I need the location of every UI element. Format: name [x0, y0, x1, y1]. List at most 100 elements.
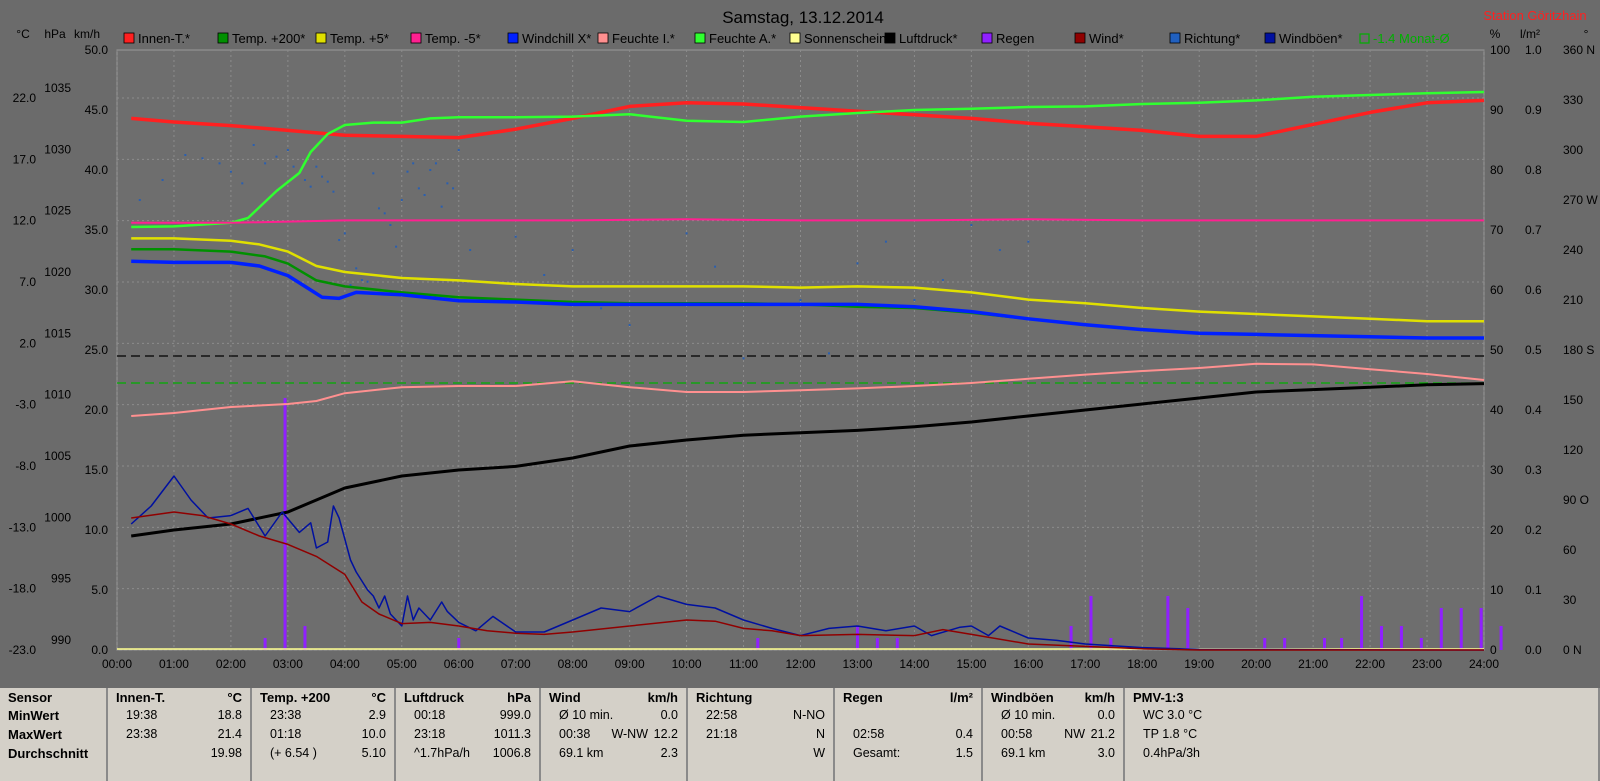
pct-tick-label: 70: [1490, 223, 1504, 237]
rain-bar: [855, 626, 859, 650]
direction-dot: [252, 144, 255, 146]
rain-bar: [1379, 626, 1383, 650]
direction-dot: [321, 175, 324, 178]
legend-swatch: [410, 32, 422, 44]
time-tick-label: 02:00: [216, 657, 246, 671]
weather-chart: Samstag, 13.12.2014 Station Göritzhain °…: [9, 8, 1599, 671]
stats-value: W: [813, 746, 825, 760]
direction-dot: [714, 265, 717, 268]
stats-cell: 00:38: [559, 727, 591, 741]
hpa-tick-label: 1020: [44, 265, 71, 279]
direction-dot: [275, 155, 278, 158]
direction-dot: [998, 249, 1001, 251]
rain-bar: [756, 638, 760, 650]
right-axes: 10090807060504030201001.00.90.80.70.60.5…: [1490, 43, 1598, 657]
direction-tick-label: 360 N: [1563, 43, 1595, 57]
legend-label: Feuchte I.*: [612, 31, 675, 46]
direction-dot: [184, 154, 187, 156]
temp-tick-label: 12.0: [13, 214, 37, 228]
direction-dot: [543, 274, 546, 276]
time-tick-label: 15:00: [956, 657, 986, 671]
stats-unit: km/h: [1084, 690, 1115, 705]
stats-value: 999.0: [499, 708, 531, 722]
stats-value: 2.3: [660, 746, 678, 760]
stats-unit: °C: [371, 690, 386, 705]
right-unit-label: l/m²: [1520, 27, 1540, 41]
hpa-tick-label: 990: [51, 633, 71, 647]
legend-item: Luftdruck*: [884, 31, 958, 46]
stats-cell: 69.1 km: [1001, 746, 1046, 760]
direction-dot: [343, 232, 346, 235]
rain-bar: [283, 398, 287, 650]
temp-tick-label: -13.0: [9, 520, 37, 534]
time-tick-label: 01:00: [159, 657, 189, 671]
rain-bar: [1283, 638, 1287, 650]
stats-value: 3.0: [1097, 746, 1115, 760]
time-tick-label: 08:00: [558, 657, 588, 671]
time-tick-label: 03:00: [273, 657, 303, 671]
stats-header: Innen-T.: [116, 690, 166, 705]
stats-cell: 00:58: [1001, 727, 1033, 741]
direction-dot: [429, 169, 432, 171]
direction-dot: [161, 179, 164, 181]
legend-swatch: [315, 32, 327, 44]
legend-label: Richtung*: [1184, 31, 1240, 46]
stats-header: Richtung: [696, 690, 753, 705]
station-label: Station Göritzhain: [1483, 8, 1586, 23]
direction-dot: [856, 262, 859, 265]
stats-cell: Durchschnitt: [8, 746, 89, 761]
stats-value: 18.8: [217, 708, 242, 722]
direction-dot: [440, 205, 443, 208]
pct-tick-label: 90: [1490, 103, 1504, 117]
stats-unit: km/h: [647, 690, 678, 705]
chart-title: Samstag, 13.12.2014: [722, 8, 884, 27]
direction-dot: [452, 187, 455, 190]
direction-dot: [884, 240, 887, 243]
legend-label: Windböen*: [1279, 31, 1343, 46]
rain-tick-label: 0.8: [1525, 163, 1542, 177]
rain-bar: [1263, 638, 1267, 650]
stats-value: 21.4: [217, 727, 242, 741]
hpa-tick-label: 1000: [44, 510, 71, 524]
direction-dot: [286, 149, 289, 151]
kmh-tick-label: 30.0: [85, 283, 109, 297]
direction-dot: [366, 280, 369, 283]
direction-tick-label: 300: [1563, 143, 1583, 157]
direction-tick-label: 240: [1563, 243, 1583, 257]
stats-cell: (+ 6.54 ): [270, 746, 317, 760]
pct-tick-label: 20: [1490, 523, 1504, 537]
legend-item: Feuchte I.*: [597, 31, 675, 46]
legend-item: Feuchte A.*: [694, 31, 776, 46]
time-axis: 00:00 01:00 02:00 03:00 04:00 05:00 06:00 07:00…: [102, 657, 1499, 671]
direction-dot: [600, 307, 603, 310]
stats-value: 1006.8: [492, 746, 531, 760]
stats-cell: 23:18: [414, 727, 446, 741]
rain-bar: [895, 638, 899, 650]
left-unit-label: °C: [16, 27, 30, 41]
stats-value: 0.4: [955, 727, 973, 741]
rain-bar: [1186, 608, 1190, 650]
stats-header: PMV-1:3: [1133, 690, 1184, 705]
hpa-tick-label: 1005: [44, 449, 71, 463]
direction-tick-label: 210: [1563, 293, 1583, 307]
rain-bar: [1399, 626, 1403, 650]
stats-column-boeen: Windböen km/h Ø 10 min. 0.0 00:58 NW 21.2 69.1 …: [983, 688, 1125, 781]
direction-dot: [360, 279, 363, 281]
stats-panel: Sensor MinWert MaxWert Durchschnitt Innen-T.…: [0, 688, 1600, 781]
time-tick-label: 18:00: [1127, 657, 1157, 671]
legend-swatch: [123, 32, 135, 44]
legend-item: Wind*: [1074, 31, 1124, 46]
stats-unit: hPa: [507, 690, 531, 705]
stats-cell: Ø 10 min.: [1001, 708, 1056, 722]
stats-value: 10.0: [361, 727, 386, 741]
stats-cell: 22:58: [706, 708, 738, 722]
chart-legend: Innen-T.* Temp. +200* Temp. +5* Temp. -5* Wi…: [123, 31, 1450, 46]
direction-dot: [355, 267, 358, 270]
rain-tick-label: 0.4: [1525, 403, 1542, 417]
time-tick-label: 22:00: [1355, 657, 1385, 671]
stats-column-regen: Regen l/m² 02:58 0.4 Gesamt: 1.5: [835, 688, 983, 781]
hpa-tick-label: 1025: [44, 204, 71, 218]
rain-tick-label: 0.9: [1525, 103, 1542, 117]
stats-cell: 02:58: [853, 727, 885, 741]
stats-value: 5.10: [361, 746, 386, 760]
